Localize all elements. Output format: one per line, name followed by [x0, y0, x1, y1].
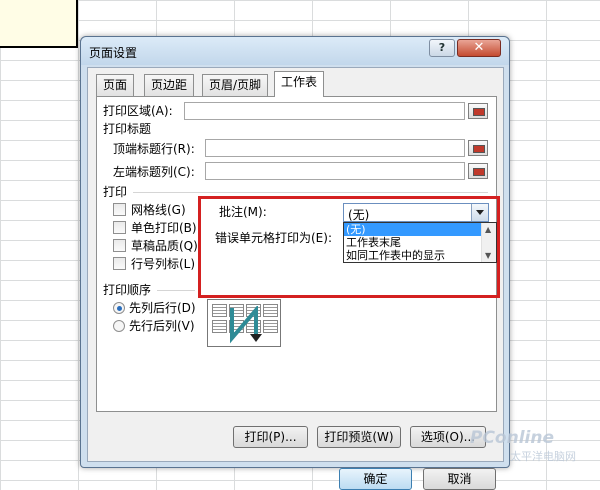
down-then-over-label: 先列后行(D)	[129, 301, 196, 315]
sheet-tab-panel: 打印区域(A): 打印标题 顶端标题行(R): 左端标题列(C): 打印 网格线…	[96, 96, 500, 412]
tab-sheet[interactable]: 工作表	[274, 71, 325, 97]
watermark-logo: PConline	[470, 428, 555, 448]
left-cols-picker-icon[interactable]	[468, 163, 488, 179]
page-order-preview	[207, 299, 281, 347]
top-rows-input[interactable]	[205, 139, 465, 157]
over-then-down-radio[interactable]	[113, 320, 125, 332]
watermark-subtitle: 太平洋电脑网	[510, 450, 576, 463]
mono-checkbox[interactable]	[113, 221, 126, 234]
ok-button[interactable]: 确定	[339, 468, 412, 490]
row-col-headings-checkbox[interactable]	[113, 257, 126, 270]
print-preview-button[interactable]: 打印预览(W)	[317, 426, 401, 448]
help-button[interactable]: ?	[429, 39, 455, 57]
print-heading: 打印	[103, 185, 128, 199]
top-rows-picker-icon[interactable]	[468, 140, 488, 156]
page-setup-dialog: 页面设置 ? ✕ 页面 页边距 页眉/页脚 工作表 打印区域(A): 打印标题 …	[80, 36, 510, 490]
over-then-down-label: 先行后列(V)	[129, 319, 195, 333]
down-then-over-radio[interactable]	[113, 302, 125, 314]
mini-page	[212, 304, 227, 317]
print-group-line	[133, 192, 488, 193]
row-col-headings-label: 行号列标(L)	[131, 257, 196, 271]
gridlines-label: 网格线(G)	[131, 203, 186, 217]
draft-checkbox[interactable]	[113, 239, 126, 252]
left-cols-label: 左端标题列(C):	[113, 165, 195, 179]
selected-cell[interactable]	[0, 0, 78, 48]
tab-header-footer[interactable]: 页眉/页脚	[202, 74, 269, 96]
dialog-titlebar: 页面设置 ? ✕	[81, 37, 509, 65]
gridlines-checkbox[interactable]	[113, 203, 126, 216]
draft-label: 草稿品质(Q)	[131, 239, 198, 253]
red-highlight-box	[198, 196, 500, 298]
top-rows-label: 顶端标题行(R):	[113, 142, 195, 156]
tab-page[interactable]: 页面	[96, 74, 135, 96]
mini-page	[212, 320, 227, 333]
mono-label: 单色打印(B)	[131, 221, 197, 235]
print-titles-heading: 打印标题	[103, 122, 152, 136]
left-cols-input[interactable]	[205, 162, 465, 180]
print-area-input[interactable]	[184, 102, 465, 120]
page-order-arrow-icon	[230, 306, 262, 344]
print-area-label: 打印区域(A):	[103, 104, 173, 118]
print-area-picker-icon[interactable]	[468, 103, 488, 119]
close-button[interactable]: ✕	[457, 39, 501, 57]
page-order-group-line	[157, 290, 195, 291]
dialog-title: 页面设置	[89, 46, 138, 60]
print-button[interactable]: 打印(P)...	[233, 426, 308, 448]
page-order-heading: 打印顺序	[103, 283, 152, 297]
dialog-client: 页面 页边距 页眉/页脚 工作表 打印区域(A): 打印标题 顶端标题行(R):…	[87, 67, 504, 490]
tab-margins[interactable]: 页边距	[144, 74, 195, 96]
cancel-button[interactable]: 取消	[423, 468, 496, 490]
